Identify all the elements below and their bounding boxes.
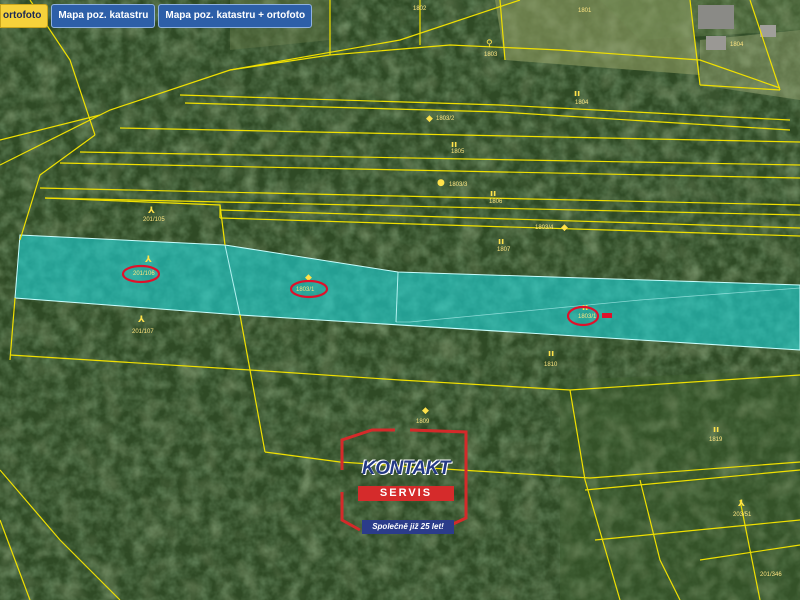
- svg-text:1810: 1810: [544, 362, 558, 368]
- svg-text:◆: ◆: [422, 406, 429, 416]
- svg-text:201/107: 201/107: [132, 329, 154, 335]
- cadastre-map-button[interactable]: Mapa poz. katastru: [51, 4, 156, 28]
- svg-text:⅄: ⅄: [144, 255, 152, 265]
- svg-text:◆: ◆: [561, 223, 568, 233]
- svg-text:201/346: 201/346: [760, 572, 782, 578]
- logo-tagline: Společně již 25 let!: [362, 520, 454, 534]
- svg-text:201/106: 201/106: [133, 271, 155, 277]
- svg-text:201/105: 201/105: [143, 217, 165, 223]
- ortofoto-button[interactable]: ortofoto: [0, 4, 49, 28]
- svg-text:⅄: ⅄: [137, 315, 145, 325]
- cadastre-ortofoto-button[interactable]: Mapa poz. katastru + ortofoto: [158, 4, 313, 28]
- svg-text:1805: 1805: [451, 149, 465, 155]
- svg-text:1804: 1804: [575, 100, 589, 106]
- svg-text:◆: ◆: [426, 114, 433, 124]
- svg-text:1803/1: 1803/1: [296, 287, 315, 293]
- logo-title: KONTAKT: [362, 458, 450, 479]
- svg-text:ıı: ıı: [548, 349, 554, 359]
- svg-text:1819: 1819: [709, 437, 723, 443]
- map-layer-toolbar: ortofoto Mapa poz. katastru Mapa poz. ka…: [0, 4, 313, 28]
- svg-text:1803: 1803: [484, 52, 498, 58]
- building-roof: [760, 25, 776, 37]
- svg-text:1802: 1802: [413, 6, 427, 12]
- svg-text:⅄: ⅄: [147, 206, 155, 216]
- location-pin: [602, 313, 612, 318]
- svg-text:ıı: ıı: [490, 189, 496, 199]
- svg-text:1804: 1804: [730, 42, 744, 48]
- svg-text:1809: 1809: [416, 419, 430, 425]
- svg-text:1803/4: 1803/4: [535, 225, 554, 231]
- svg-text:ıı: ıı: [713, 425, 719, 435]
- svg-text:ıı: ıı: [498, 237, 504, 247]
- svg-text:ıı: ıı: [574, 89, 580, 99]
- svg-text:1803/1: 1803/1: [578, 314, 597, 320]
- svg-text:1806: 1806: [489, 199, 503, 205]
- building-roof: [698, 5, 734, 29]
- svg-text:203/51: 203/51: [733, 512, 752, 518]
- svg-text:⚲: ⚲: [486, 39, 493, 49]
- svg-text:1801: 1801: [578, 8, 592, 14]
- svg-text:1803/2: 1803/2: [436, 116, 455, 122]
- building-roof: [706, 36, 726, 50]
- svg-text:⅄: ⅄: [737, 499, 745, 509]
- svg-text:1803/3: 1803/3: [449, 182, 468, 188]
- logo-subtitle: SERVIS: [358, 486, 454, 501]
- svg-text:●: ●: [437, 178, 445, 188]
- kontakt-servis-logo: KONTAKT SERVIS Společně již 25 let!: [336, 428, 476, 540]
- svg-text:1807: 1807: [497, 247, 511, 253]
